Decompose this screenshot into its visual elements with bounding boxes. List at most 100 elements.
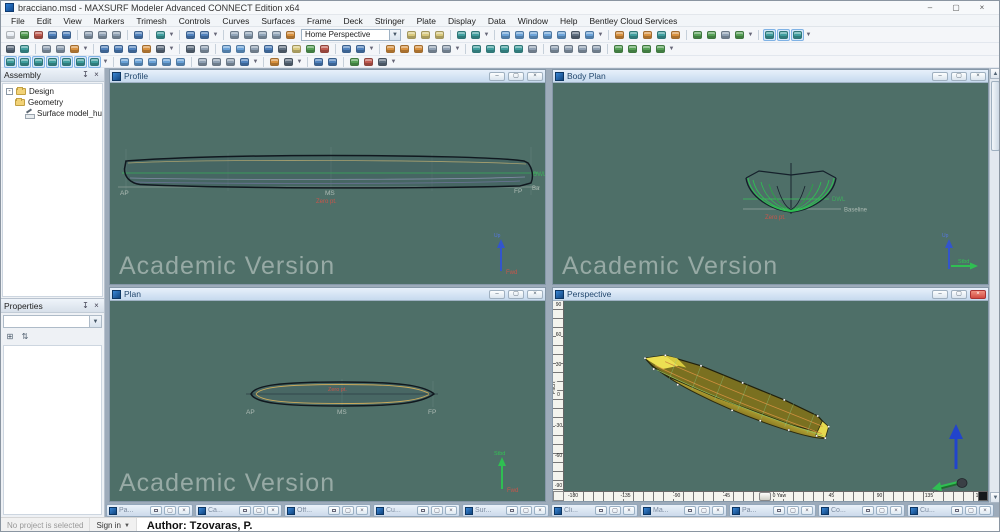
window-titlebar[interactable]: bracciano.msd - MAXSURF Modeler Advanced… (1, 1, 999, 15)
toolbar-icon[interactable] (412, 43, 425, 55)
toolbar-icon[interactable] (398, 43, 411, 55)
menu-item-display[interactable]: Display (442, 16, 482, 26)
properties-object-select[interactable]: ▼ (3, 315, 102, 328)
dropdown-arrow-icon[interactable]: ▼ (747, 32, 754, 38)
close-view-button[interactable]: × (527, 289, 543, 299)
restore-button[interactable] (328, 506, 340, 515)
toolbar-icon[interactable] (220, 43, 233, 55)
toolbar-icon[interactable] (4, 43, 17, 55)
menu-item-help[interactable]: Help (554, 16, 583, 26)
restore-button[interactable] (951, 506, 963, 515)
toolbar-icon[interactable] (74, 55, 87, 68)
toolbar-icon[interactable] (248, 43, 261, 55)
toolbar-icon[interactable] (46, 29, 59, 41)
toolbar-icon[interactable] (376, 56, 389, 68)
toolbar-icon[interactable] (256, 29, 269, 41)
close-button[interactable]: × (445, 506, 457, 515)
dropdown-arrow-icon[interactable]: ▼ (390, 59, 397, 65)
minimized-window[interactable]: Pa... ▢ × (729, 504, 816, 517)
sign-in-button[interactable]: Sign in ▼ (90, 518, 137, 531)
minimized-window[interactable]: Ca... ▢ × (195, 504, 282, 517)
toolbar-icon[interactable] (4, 29, 17, 41)
minimized-window[interactable]: Cu... ▢ × (907, 504, 994, 517)
toolbar-icon[interactable] (655, 29, 668, 41)
toolbar-icon[interactable] (576, 43, 589, 55)
restore-button[interactable] (773, 506, 785, 515)
scroll-down-icon[interactable]: ▼ (990, 492, 999, 503)
toolbar-icon[interactable] (691, 29, 704, 41)
toolbar-icon[interactable] (612, 43, 625, 55)
categorize-icon[interactable]: ⊞ (4, 331, 16, 342)
toolbar-icon[interactable] (98, 43, 111, 55)
scroll-up-icon[interactable]: ▲ (990, 68, 999, 79)
toolbar-icon[interactable] (234, 43, 247, 55)
menu-item-plate[interactable]: Plate (411, 16, 442, 26)
toolbar-icon[interactable] (4, 55, 17, 68)
close-button[interactable]: × (356, 506, 368, 515)
toolbar-icon[interactable] (140, 43, 153, 55)
maximize-view-button[interactable]: ▢ (951, 289, 967, 299)
pin-icon[interactable]: ↧ (81, 301, 90, 310)
dropdown-arrow-icon[interactable]: ▼ (82, 46, 89, 52)
close-button[interactable]: × (979, 506, 991, 515)
menu-item-edit[interactable]: Edit (31, 16, 58, 26)
maximize-button[interactable]: ▢ (698, 506, 710, 515)
menu-item-curves[interactable]: Curves (216, 16, 255, 26)
tree-item-design[interactable]: - Design (4, 86, 101, 97)
toolbar-icon[interactable] (562, 43, 575, 55)
toolbar-icon[interactable] (791, 28, 804, 41)
toolbar-icon[interactable] (469, 29, 482, 41)
toolbar-icon[interactable] (405, 29, 418, 41)
perspective-canvas[interactable]: 90 60 30 0 -30 -60 -90 Pitch -180 -135 -… (553, 301, 988, 501)
toolbar-icon[interactable] (777, 28, 790, 41)
toolbar-icon[interactable] (224, 56, 237, 68)
chevron-down-icon[interactable]: ▼ (389, 29, 400, 40)
restore-button[interactable] (150, 506, 162, 515)
toolbar-icon[interactable] (669, 29, 682, 41)
maximize-button[interactable]: ▢ (609, 506, 621, 515)
maximize-button[interactable]: ▢ (520, 506, 532, 515)
toolbar-icon[interactable] (18, 29, 31, 41)
properties-list[interactable] (3, 345, 102, 515)
close-view-button[interactable]: × (970, 289, 986, 299)
minimized-window[interactable]: Off... ▢ × (284, 504, 371, 517)
toolbar-icon[interactable] (640, 43, 653, 55)
toolbar-icon[interactable] (290, 43, 303, 55)
toolbar-icon[interactable] (88, 55, 101, 68)
menu-item-markers[interactable]: Markers (88, 16, 131, 26)
maximize-button[interactable]: ▢ (965, 506, 977, 515)
tree-expander[interactable]: - (6, 88, 13, 95)
toolbar-icon[interactable] (719, 29, 732, 41)
dropdown-arrow-icon[interactable]: ▼ (483, 32, 490, 38)
toolbar-icon[interactable] (198, 29, 211, 41)
toolbar-icon[interactable] (526, 43, 539, 55)
toolbar-icon[interactable] (455, 29, 468, 41)
toolbar-icon[interactable] (126, 43, 139, 55)
toolbar-icon[interactable] (132, 29, 145, 41)
toolbar-icon[interactable] (60, 55, 73, 68)
toolbar-icon[interactable] (276, 43, 289, 55)
toolbar-icon[interactable] (32, 55, 45, 68)
dropdown-arrow-icon[interactable]: ▼ (805, 32, 812, 38)
toolbar-icon[interactable] (583, 29, 596, 41)
maximize-button[interactable]: ▢ (342, 506, 354, 515)
dropdown-arrow-icon[interactable]: ▼ (368, 46, 375, 52)
toolbar-icon[interactable] (541, 29, 554, 41)
toolbar-icon[interactable] (484, 43, 497, 55)
close-view-button[interactable]: × (970, 71, 986, 81)
close-view-button[interactable]: × (527, 71, 543, 81)
dropdown-arrow-icon[interactable]: ▼ (168, 46, 175, 52)
menu-item-controls[interactable]: Controls (173, 16, 217, 26)
toolbar-icon[interactable] (627, 29, 640, 41)
toolbar-icon[interactable] (705, 29, 718, 41)
toolbar-icon[interactable] (110, 29, 123, 41)
close-button[interactable]: × (178, 506, 190, 515)
toolbar-icon[interactable] (118, 56, 131, 68)
minimized-window[interactable]: Ma... ▢ × (640, 504, 727, 517)
plan-titlebar[interactable]: Plan – ▢ × (110, 288, 545, 301)
toolbar-icon[interactable] (18, 43, 31, 55)
toolbar-icon[interactable] (641, 29, 654, 41)
toolbar-icon[interactable] (318, 43, 331, 55)
toolbar-icon[interactable] (132, 56, 145, 68)
pitch-ruler[interactable]: 90 60 30 0 -30 -60 -90 Pitch (553, 301, 564, 491)
